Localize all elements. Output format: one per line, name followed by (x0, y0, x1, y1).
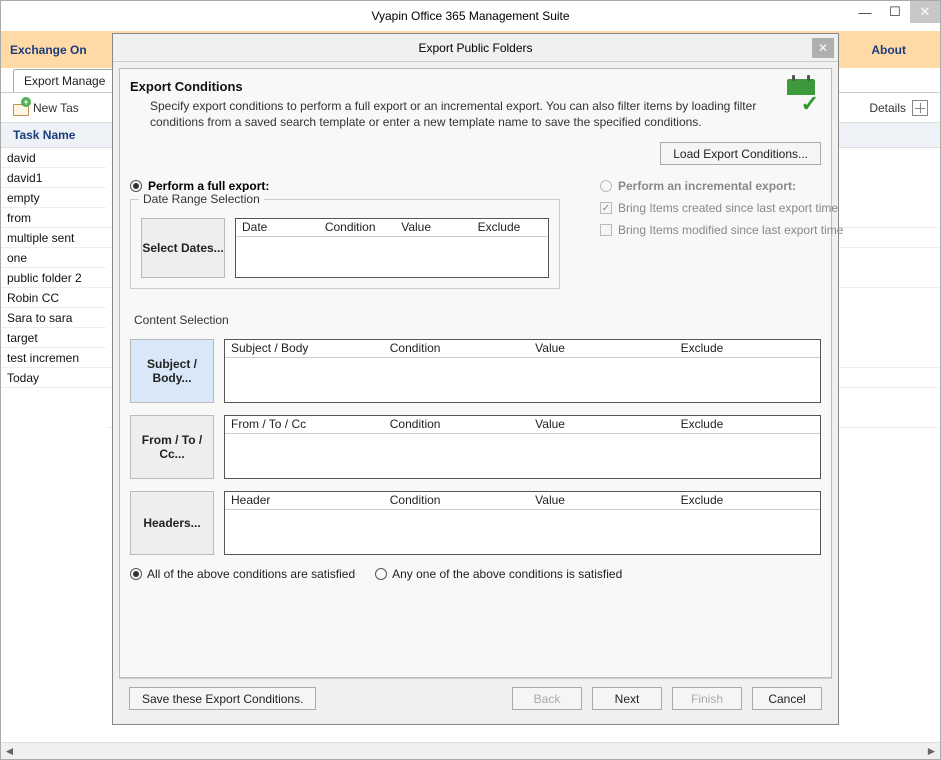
from-to-cc-button[interactable]: From / To / Cc... (130, 415, 214, 479)
radio-satisfy-all[interactable]: All of the above conditions are satisfie… (130, 567, 355, 581)
subject-col-value: Value (529, 340, 674, 357)
radio-icon (375, 568, 387, 580)
from-col-value: Value (529, 416, 674, 433)
date-col-value: Value (395, 219, 471, 236)
headers-col-header: Header (225, 492, 384, 509)
select-dates-button[interactable]: Select Dates... (141, 218, 225, 278)
radio-full-export[interactable]: Perform a full export: (130, 179, 560, 193)
dialog-body: Export Conditions Specify export conditi… (113, 62, 838, 724)
list-item[interactable]: david1 (1, 168, 106, 188)
subject-table: Subject / Body Condition Value Exclude (224, 339, 821, 403)
list-item[interactable]: target (1, 328, 106, 348)
from-col-condition: Condition (384, 416, 529, 433)
maximize-button[interactable]: ☐ (880, 1, 910, 23)
cancel-button[interactable]: Cancel (752, 687, 822, 710)
headers-table: Header Condition Value Exclude (224, 491, 821, 555)
date-table: Date Condition Value Exclude (235, 218, 549, 278)
section-title: Exchange On (10, 43, 87, 57)
content-selection-fieldset: Content Selection Subject / Body... Subj… (130, 321, 821, 591)
satisfy-any-label: Any one of the above conditions is satis… (392, 567, 622, 581)
calendar-check-icon (783, 79, 821, 113)
date-col-condition: Condition (319, 219, 395, 236)
list-item[interactable]: multiple sent (1, 228, 106, 248)
finish-button[interactable]: Finish (672, 687, 742, 710)
checkbox-created-label: Bring Items created since last export ti… (618, 201, 838, 215)
horizontal-scrollbar[interactable]: ◄ ► (1, 742, 940, 759)
sizer-icon (912, 100, 928, 116)
from-table: From / To / Cc Condition Value Exclude (224, 415, 821, 479)
subject-col-exclude: Exclude (675, 340, 820, 357)
headers-col-value: Value (529, 492, 674, 509)
task-list: david david1 empty from multiple sent on… (1, 148, 106, 742)
radio-icon (130, 180, 142, 192)
date-col-date: Date (236, 219, 319, 236)
from-col-exclude: Exclude (675, 416, 820, 433)
column-sizer-button[interactable] (912, 100, 928, 116)
satisfy-all-label: All of the above conditions are satisfie… (147, 567, 355, 581)
radio-icon (130, 568, 142, 580)
checkbox-icon (600, 224, 612, 236)
conditions-description: Specify export conditions to perform a f… (130, 98, 773, 130)
window-title: Vyapin Office 365 Management Suite (371, 9, 569, 23)
subject-body-button[interactable]: Subject / Body... (130, 339, 214, 403)
details-button[interactable]: Details (869, 101, 906, 115)
scroll-right-icon[interactable]: ► (923, 744, 940, 759)
new-task-icon (13, 100, 29, 116)
scroll-left-icon[interactable]: ◄ (1, 744, 18, 759)
conditions-heading: Export Conditions (130, 79, 773, 94)
checkbox-modified-label: Bring Items modified since last export t… (618, 223, 843, 237)
list-item[interactable]: public folder 2 (1, 268, 106, 288)
new-task-label: New Tas (33, 101, 79, 115)
list-item[interactable]: Today (1, 368, 106, 388)
checkbox-icon: ✓ (600, 202, 612, 214)
subject-col-condition: Condition (384, 340, 529, 357)
tab-export-manage[interactable]: Export Manage (13, 69, 116, 92)
load-export-conditions-button[interactable]: Load Export Conditions... (660, 142, 821, 165)
list-item[interactable]: david (1, 148, 106, 168)
dialog-footer: Save these Export Conditions. Back Next … (119, 678, 832, 718)
save-conditions-button[interactable]: Save these Export Conditions. (129, 687, 316, 710)
headers-button[interactable]: Headers... (130, 491, 214, 555)
dialog-inner: Export Conditions Specify export conditi… (119, 68, 832, 678)
radio-full-label: Perform a full export: (148, 179, 269, 193)
back-button[interactable]: Back (512, 687, 582, 710)
headers-col-exclude: Exclude (675, 492, 820, 509)
minimize-button[interactable]: — (850, 1, 880, 23)
next-button[interactable]: Next (592, 687, 662, 710)
new-task-button[interactable]: New Tas (13, 100, 79, 116)
titlebar-controls: — ☐ ✕ (850, 1, 940, 23)
date-range-legend: Date Range Selection (139, 192, 264, 206)
export-dialog: Export Public Folders ✕ Export Condition… (112, 33, 839, 725)
list-item[interactable]: test incremen (1, 348, 106, 368)
radio-incremental-label: Perform an incremental export: (618, 179, 796, 193)
headers-col-condition: Condition (384, 492, 529, 509)
date-col-exclude: Exclude (472, 219, 548, 236)
subject-col-subject: Subject / Body (225, 340, 384, 357)
list-item[interactable]: empty (1, 188, 106, 208)
close-button[interactable]: ✕ (910, 1, 940, 23)
content-selection-legend: Content Selection (130, 313, 233, 327)
list-item[interactable]: from (1, 208, 106, 228)
date-range-fieldset: Date Range Selection Select Dates... Dat… (130, 199, 560, 289)
conditions-header: Export Conditions Specify export conditi… (130, 77, 821, 138)
checkbox-bring-created[interactable]: ✓ Bring Items created since last export … (600, 201, 850, 215)
taskname-header-label: Task Name (13, 128, 75, 142)
radio-satisfy-any[interactable]: Any one of the above conditions is satis… (375, 567, 622, 581)
dialog-close-button[interactable]: ✕ (812, 38, 834, 58)
list-item[interactable]: one (1, 248, 106, 268)
checkbox-bring-modified[interactable]: Bring Items modified since last export t… (600, 223, 850, 237)
radio-icon (600, 180, 612, 192)
list-item[interactable]: Sara to sara (1, 308, 106, 328)
titlebar: Vyapin Office 365 Management Suite — ☐ ✕ (1, 1, 940, 31)
dialog-titlebar: Export Public Folders ✕ (113, 34, 838, 62)
list-item[interactable]: Robin CC (1, 288, 106, 308)
tab-about[interactable]: About (846, 43, 931, 57)
radio-incremental-export[interactable]: Perform an incremental export: (600, 179, 850, 193)
details-label: Details (869, 101, 906, 115)
dialog-title: Export Public Folders (418, 41, 532, 55)
from-col-from: From / To / Cc (225, 416, 384, 433)
